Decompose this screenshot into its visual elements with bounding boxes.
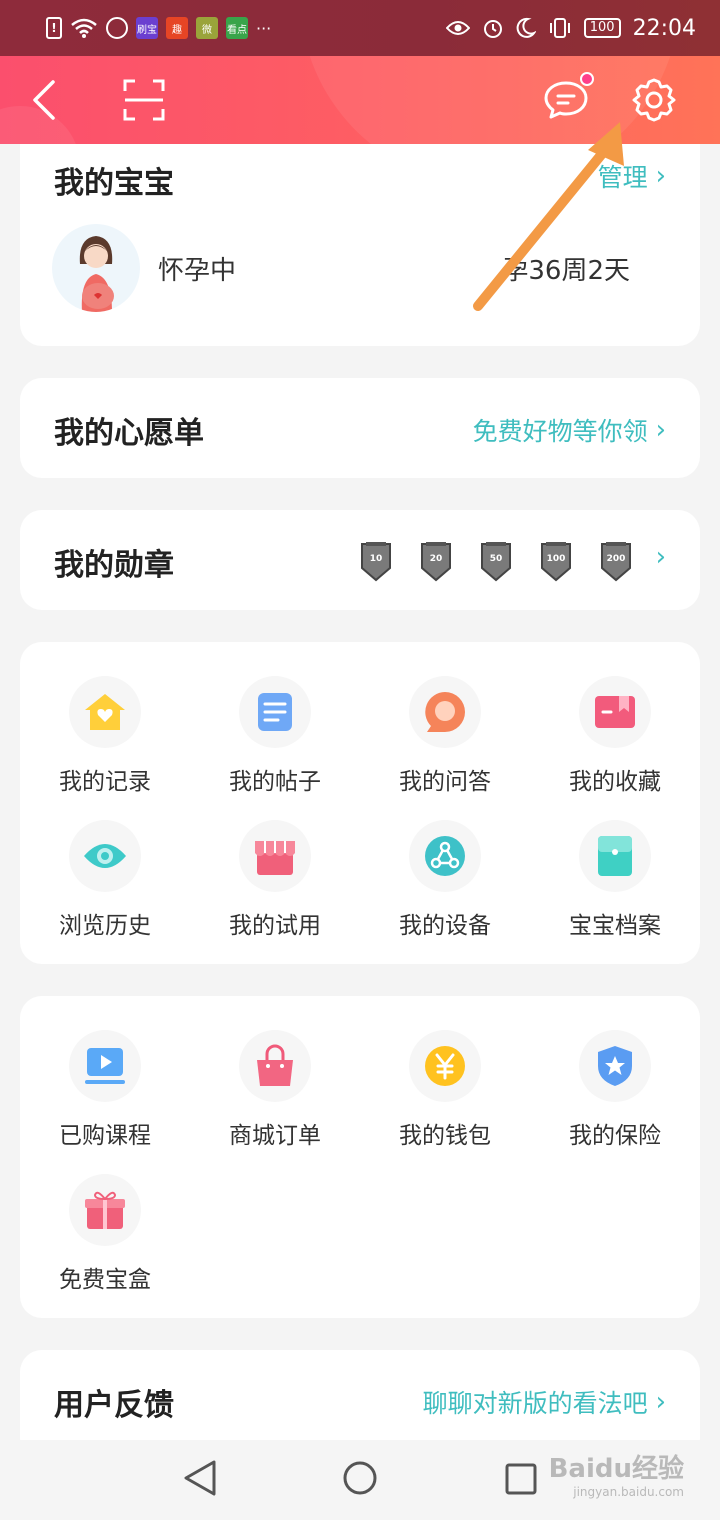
feature-purchased-courses[interactable]: 已购课程 bbox=[20, 1030, 190, 1150]
chevron-right-icon: › bbox=[655, 542, 666, 572]
feature-my-devices[interactable]: 我的设备 bbox=[360, 820, 530, 940]
wishlist-card[interactable]: 我的心愿单 免费好物等你领 › bbox=[20, 378, 700, 478]
wishlist-link-label: 免费好物等你领 bbox=[472, 417, 648, 446]
eye-icon bbox=[69, 820, 141, 892]
pregnant-woman-icon bbox=[79, 236, 114, 312]
bookmark-icon bbox=[579, 676, 651, 748]
wifi-icon bbox=[71, 18, 97, 38]
status-right-icons: 100 22:04 bbox=[445, 15, 696, 41]
pregnancy-status: 怀孕中 bbox=[158, 256, 237, 286]
home-heart-icon bbox=[69, 676, 141, 748]
scan-icon bbox=[123, 79, 165, 121]
app-icon-qu: 趣 bbox=[166, 17, 188, 39]
shop-icon bbox=[239, 820, 311, 892]
vibrate-icon bbox=[549, 18, 570, 38]
annotation-arrow bbox=[473, 122, 624, 311]
status-bar: ! 刷宝 趣 微 看点 ··· 100 22:04 bbox=[0, 0, 720, 56]
watermark-brand: Baidu经验 bbox=[548, 1454, 684, 1484]
feature-label: 我的保险 bbox=[569, 1123, 661, 1149]
back-button[interactable] bbox=[14, 70, 74, 130]
qa-bubble-icon bbox=[409, 676, 481, 748]
feature-label: 我的试用 bbox=[229, 913, 321, 939]
app-icon-wei: 微 bbox=[196, 17, 218, 39]
watermark-url: jingyan.baidu.com bbox=[573, 1485, 684, 1499]
app-icon-shuabao: 刷宝 bbox=[136, 17, 158, 39]
feedback-title: 用户反馈 bbox=[54, 1388, 174, 1423]
medal-badge-100: 100 bbox=[538, 540, 574, 582]
yen-coin-icon bbox=[409, 1030, 481, 1102]
feature-my-insurance[interactable]: 我的保险 bbox=[530, 1030, 700, 1150]
app-icon-kandian: 看点 bbox=[226, 17, 248, 39]
folder-icon bbox=[579, 820, 651, 892]
eye-comfort-icon bbox=[445, 21, 470, 35]
feedback-link[interactable]: 聊聊对新版的看法吧 › bbox=[423, 1384, 666, 1420]
shopping-bag-icon bbox=[239, 1030, 311, 1102]
feature-my-favorites[interactable]: 我的收藏 bbox=[530, 676, 700, 796]
feature-my-qa[interactable]: 我的问答 bbox=[360, 676, 530, 796]
feature-my-trial[interactable]: 我的试用 bbox=[190, 820, 360, 940]
medal-badge-20: 20 bbox=[418, 540, 454, 582]
feature-label: 我的记录 bbox=[59, 769, 151, 795]
feature-baby-profile[interactable]: 宝宝档案 bbox=[530, 820, 700, 940]
document-icon bbox=[239, 676, 311, 748]
chevron-right-icon: › bbox=[655, 1387, 666, 1417]
alarm-icon bbox=[483, 20, 502, 38]
unread-dot bbox=[580, 72, 594, 86]
feature-label: 商城订单 bbox=[229, 1123, 321, 1149]
feature-label: 我的设备 bbox=[399, 913, 491, 939]
medals-card[interactable]: 我的勋章 10 20 50 100 200 › bbox=[20, 510, 700, 610]
wishlist-link[interactable]: 免费好物等你领 › bbox=[473, 412, 666, 448]
battery-indicator: 100 bbox=[583, 18, 621, 38]
nav-recents-icon[interactable] bbox=[504, 1458, 538, 1498]
feedback-link-label: 聊聊对新版的看法吧 bbox=[422, 1389, 648, 1418]
scan-button[interactable] bbox=[114, 70, 174, 130]
baby-card-title: 我的宝宝 bbox=[54, 166, 174, 201]
video-icon bbox=[69, 1030, 141, 1102]
features-card-1: 我的记录 我的帖子 我的问答 我的收藏 浏览历史 我的试用 我的设备 宝宝档案 bbox=[20, 642, 700, 964]
medal-badge-10: 10 bbox=[358, 540, 394, 582]
nav-home-icon[interactable] bbox=[342, 1458, 378, 1498]
feature-label: 我的收藏 bbox=[569, 769, 661, 795]
chevron-right-icon: › bbox=[655, 415, 666, 445]
feature-mall-orders[interactable]: 商城订单 bbox=[190, 1030, 360, 1150]
features-card-2: 已购课程 商城订单 我的钱包 我的保险 免费宝盒 bbox=[20, 996, 700, 1318]
medal-badge-50: 50 bbox=[478, 540, 514, 582]
baidu-watermark: Baidu经验 jingyan.baidu.com bbox=[549, 1448, 684, 1499]
feature-label: 我的钱包 bbox=[399, 1123, 491, 1149]
chevron-right-icon: › bbox=[655, 161, 666, 191]
feature-label: 我的问答 bbox=[399, 769, 491, 795]
wishlist-title: 我的心愿单 bbox=[54, 416, 204, 451]
status-left-icons: ! 刷宝 趣 微 看点 ··· bbox=[46, 17, 271, 39]
chat-app-icon bbox=[106, 17, 128, 39]
medal-badge-200: 200 bbox=[598, 540, 634, 582]
feature-my-records[interactable]: 我的记录 bbox=[20, 676, 190, 796]
feature-browse-history[interactable]: 浏览历史 bbox=[20, 820, 190, 940]
medals-title: 我的勋章 bbox=[54, 548, 174, 583]
baby-avatar[interactable] bbox=[52, 224, 140, 312]
feature-label: 免费宝盒 bbox=[59, 1267, 151, 1293]
feature-label: 宝宝档案 bbox=[569, 913, 661, 939]
moon-icon bbox=[516, 17, 536, 38]
chevron-left-icon bbox=[33, 80, 55, 120]
device-icon bbox=[409, 820, 481, 892]
feature-free-gift-box[interactable]: 免费宝盒 bbox=[20, 1174, 190, 1294]
gift-icon bbox=[69, 1174, 141, 1246]
shield-star-icon bbox=[579, 1030, 651, 1102]
feature-my-posts[interactable]: 我的帖子 bbox=[190, 676, 360, 796]
feature-my-wallet[interactable]: 我的钱包 bbox=[360, 1030, 530, 1150]
feature-label: 浏览历史 bbox=[59, 913, 151, 939]
more-notifications: ··· bbox=[256, 18, 272, 38]
nav-back-icon[interactable] bbox=[182, 1458, 218, 1498]
feature-label: 已购课程 bbox=[59, 1123, 151, 1149]
feature-label: 我的帖子 bbox=[229, 769, 321, 795]
alert-icon: ! bbox=[46, 17, 62, 39]
status-time: 22:04 bbox=[632, 15, 696, 41]
